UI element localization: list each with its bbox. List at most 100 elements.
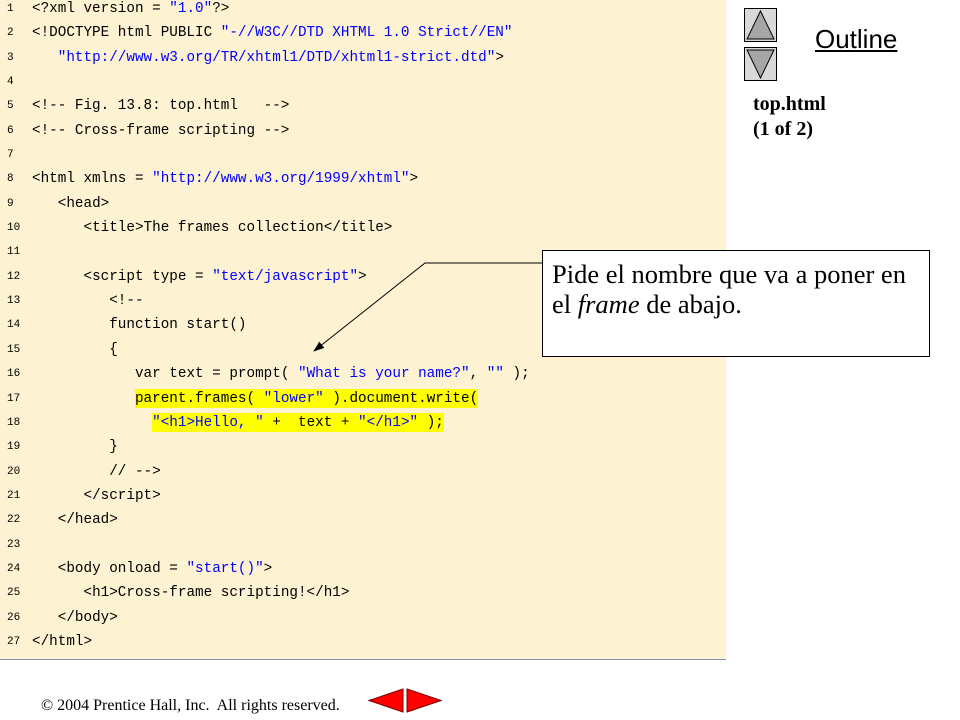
code-text: <title>The frames collection</title> <box>32 216 392 240</box>
line-number: 2 <box>7 27 14 40</box>
code-text: <body onload = "start()"> <box>32 557 273 581</box>
code-text: <!-- Fig. 13.8: top.html --> <box>32 94 289 118</box>
callout-line-2: el frame de abajo. <box>552 289 906 319</box>
code-token: // --> <box>109 463 161 480</box>
line-number: 22 <box>7 514 21 527</box>
code-text: function start() <box>32 313 247 337</box>
next-slide-button[interactable] <box>406 688 442 713</box>
line-number: 25 <box>7 587 21 600</box>
code-text: </html> <box>32 630 92 654</box>
code-token: var text = prompt( <box>134 366 298 383</box>
code-line: 19 } <box>0 435 726 459</box>
scroll-up-button[interactable] <box>744 8 777 42</box>
code-token: ); <box>418 412 444 432</box>
code-text: parent.frames( "lower" ).document.write( <box>32 387 479 411</box>
code-text: </head> <box>32 508 118 532</box>
code-text: <?xml version = "1.0"?> <box>32 0 229 21</box>
code-line: 22 </head> <box>0 508 726 532</box>
callout-text-end: de abajo. <box>639 289 742 319</box>
line-number: 13 <box>7 295 21 308</box>
code-line: 1 <?xml version = "1.0"?> <box>0 0 726 21</box>
code-line: 3 "http://www.w3.org/TR/xhtml1/DTD/xhtml… <box>0 46 726 70</box>
line-number: 7 <box>7 149 14 162</box>
line-number: 11 <box>7 246 21 259</box>
line-number: 5 <box>7 100 14 113</box>
code-text: } <box>32 435 118 459</box>
callout-text-italic: frame <box>577 289 640 319</box>
line-number: 12 <box>7 270 21 283</box>
code-token: , <box>469 366 487 383</box>
line-number: 3 <box>7 51 14 64</box>
line-number: 19 <box>7 441 21 454</box>
code-line: 24 <body onload = "start()"> <box>0 557 726 581</box>
code-string-token: "http://www.w3.org/TR/xhtml1/DTD/xhtml1-… <box>57 49 496 66</box>
code-text: // --> <box>32 460 161 484</box>
code-token: + text + <box>263 412 359 432</box>
code-line: 6 <!-- Cross-frame scripting --> <box>0 119 726 143</box>
code-text: "http://www.w3.org/TR/xhtml1/DTD/xhtml1-… <box>32 46 504 70</box>
code-token: <body onload = <box>57 560 187 577</box>
left-arrow-icon <box>368 688 404 713</box>
code-token: { <box>109 341 118 358</box>
code-token: parent.frames( <box>134 388 264 408</box>
code-line: 16 var text = prompt( "What is your name… <box>0 362 726 386</box>
code-text: <!DOCTYPE html PUBLIC "-//W3C//DTD XHTML… <box>32 21 512 45</box>
code-string-token: "text/javascript" <box>212 268 359 285</box>
outline-link[interactable]: Outline <box>815 24 897 54</box>
code-text: <!-- Cross-frame scripting --> <box>32 119 289 143</box>
line-number: 27 <box>7 635 21 648</box>
line-number: 6 <box>7 124 14 137</box>
code-line: 18 "<h1>Hello, " + text + "</h1>" ); <box>0 411 726 435</box>
code-text: <script type = "text/javascript"> <box>32 265 366 289</box>
callout-line-1: Pide el nombre que va a poner en <box>552 259 906 289</box>
code-token: function start() <box>109 317 247 334</box>
code-string-token: "</h1>" <box>358 412 419 432</box>
right-arrow-icon <box>406 688 442 713</box>
callout-text-start: el <box>552 289 578 319</box>
code-token: <script type = <box>83 268 213 285</box>
code-line: 9 <head> <box>0 192 726 216</box>
copyright-notice: © 2004 Prentice Hall, Inc. All rights re… <box>41 697 340 714</box>
line-number: 4 <box>7 76 14 89</box>
code-line: 17 parent.frames( "lower" ).document.wri… <box>0 387 726 411</box>
line-number: 21 <box>7 489 21 502</box>
line-number: 16 <box>7 368 21 381</box>
code-text: var text = prompt( "What is your name?",… <box>32 362 530 386</box>
code-token: > <box>495 49 504 66</box>
code-token: <!-- <box>109 293 144 310</box>
code-string-token: "start()" <box>186 560 264 577</box>
scroll-down-button[interactable] <box>744 47 777 81</box>
code-line: 7 <box>0 143 726 167</box>
code-token: </script> <box>83 487 161 504</box>
down-triangle-icon <box>744 47 777 81</box>
code-line: 20 // --> <box>0 460 726 484</box>
code-line: 10 <title>The frames collection</title> <box>0 216 726 240</box>
previous-slide-button[interactable] <box>368 688 404 713</box>
code-text: <head> <box>32 192 109 216</box>
up-triangle-icon <box>744 8 777 42</box>
code-text: { <box>32 338 118 362</box>
line-number: 18 <box>7 416 21 429</box>
line-number: 9 <box>7 197 14 210</box>
code-string-token: "<h1>Hello, " <box>152 412 264 432</box>
code-token: ).document.write( <box>323 388 479 408</box>
arrow-shape <box>368 688 404 713</box>
code-token: <html xmlns = <box>32 171 153 188</box>
callout-box: Pide el nombre que va a poner en el fram… <box>542 250 930 357</box>
code-token: <!DOCTYPE html PUBLIC <box>32 25 221 42</box>
code-token: > <box>263 560 273 577</box>
code-text: </script> <box>32 484 161 508</box>
code-text: </body> <box>32 606 118 630</box>
